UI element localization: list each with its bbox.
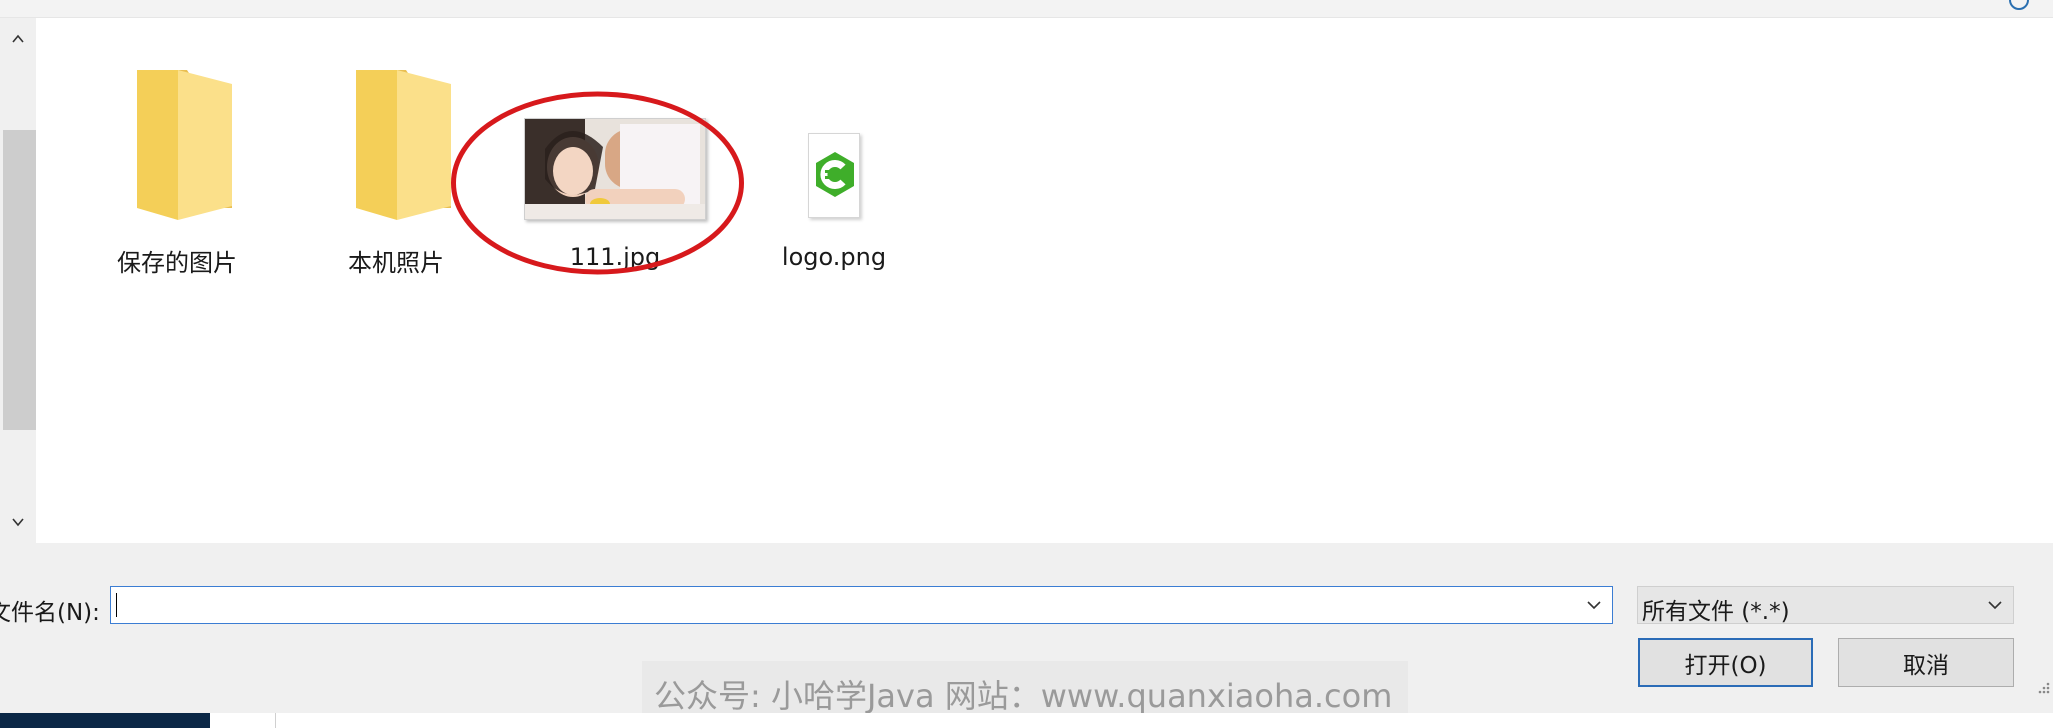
scroll-down-icon[interactable] — [0, 507, 36, 537]
file-item-logo-png[interactable]: logo.png — [734, 48, 934, 288]
file-type-select[interactable]: 所有文件 (*.*) — [1637, 586, 2014, 625]
taskbar-divider — [275, 713, 276, 728]
title-bar-strip — [0, 0, 2053, 18]
highlight-ellipse — [451, 91, 744, 275]
text-caret — [116, 593, 117, 617]
folder-icon — [356, 70, 451, 220]
file-label: 保存的图片 — [117, 249, 237, 277]
filename-label: 文件名(N): — [0, 600, 100, 626]
help-icon[interactable] — [2009, 0, 2029, 10]
file-item-saved-pictures[interactable]: 保存的图片 — [77, 48, 277, 288]
folder-icon — [137, 70, 232, 220]
chevron-down-icon[interactable] — [1987, 597, 2003, 613]
scroll-up-icon[interactable] — [0, 24, 36, 54]
scrollbar-thumb[interactable] — [3, 130, 36, 430]
filename-input[interactable] — [110, 586, 1613, 624]
logo-thumbnail — [808, 133, 860, 218]
file-type-value: 所有文件 (*.*) — [1642, 599, 1790, 625]
taskbar-strip — [0, 713, 2053, 728]
vertical-scrollbar[interactable] — [0, 18, 36, 543]
taskbar-start-area — [0, 713, 210, 728]
watermark-text: 公众号: 小哈学Java 网站：www.quanxiaoha.com — [642, 661, 1408, 721]
file-view: 保存的图片 本机照片 111.jpg logo.png — [36, 18, 2053, 543]
file-label: logo.png — [781, 243, 887, 271]
cancel-button[interactable]: 取消 — [1838, 638, 2014, 687]
chevron-down-icon[interactable] — [1586, 597, 1602, 613]
resize-grip-icon[interactable] — [2035, 679, 2051, 695]
open-button[interactable]: 打开(O) — [1638, 638, 1813, 687]
